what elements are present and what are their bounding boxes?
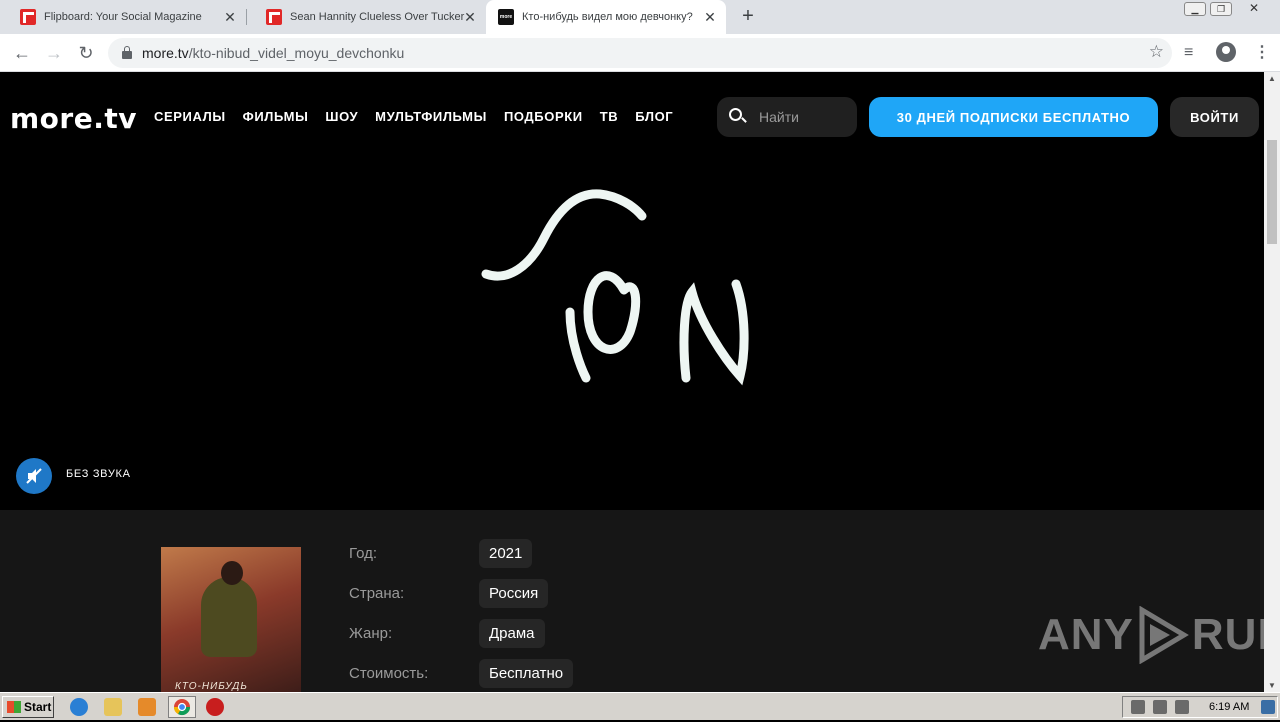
- detail-value: 2021: [479, 538, 533, 568]
- tab-more-tv-active[interactable]: more Кто-нибудь видел мою девчонку? ✕: [486, 0, 726, 34]
- nav-item-tv[interactable]: ТВ: [600, 109, 619, 124]
- poster-figure: [201, 577, 257, 657]
- detail-label: Год:: [349, 544, 378, 562]
- detail-label: Страна:: [349, 584, 405, 602]
- nav-item-serials[interactable]: СЕРИАЛЫ: [154, 109, 226, 124]
- browser-toolbar: ← → ↻ more.tv/kto-nibud_videl_moyu_devch…: [0, 34, 1280, 72]
- minimize-window-button[interactable]: ▁: [1184, 2, 1206, 16]
- sign-studio-logo: [481, 189, 749, 386]
- browser-tab-strip: Flipboard: Your Social Magazine ✕ Sean H…: [0, 0, 1280, 34]
- close-tab-icon[interactable]: ✕: [222, 9, 238, 25]
- show-desktop-icon[interactable]: [1261, 700, 1276, 714]
- start-button[interactable]: Start: [2, 696, 54, 718]
- tab-flipboard[interactable]: Flipboard: Your Social Magazine ✕: [0, 0, 246, 34]
- detail-row-genre: Жанр: Драма: [349, 618, 545, 648]
- play-triangle-icon: [1139, 606, 1189, 664]
- chrome-icon: [173, 699, 191, 716]
- more-tv-icon: more: [498, 9, 514, 25]
- network-icon[interactable]: [1153, 700, 1167, 714]
- detail-value[interactable]: Россия: [479, 578, 549, 608]
- system-tray: 6:19 AM: [1122, 696, 1278, 718]
- windows-logo-icon: [7, 701, 21, 713]
- tab-title: Flipboard: Your Social Magazine: [44, 11, 202, 23]
- clock[interactable]: 6:19 AM: [1209, 701, 1249, 713]
- site-header: more.tv СЕРИАЛЫ ФИЛЬМЫ ШОУ МУЛЬТФИЛЬМЫ П…: [0, 72, 1264, 162]
- address-bar[interactable]: more.tv/kto-nibud_videl_moyu_devchonku ☆: [108, 38, 1172, 68]
- login-button[interactable]: ВОЙТИ: [1170, 97, 1259, 137]
- nav-item-collections[interactable]: ПОДБОРКИ: [504, 109, 583, 124]
- video-player[interactable]: БЕЗ ЗВУКА: [0, 162, 1264, 510]
- url-host: more.tv: [142, 45, 189, 61]
- forward-arrow-icon[interactable]: →: [42, 41, 66, 65]
- detail-row-country: Страна: Россия: [349, 578, 549, 608]
- tab-sean-hannity[interactable]: Sean Hannity Clueless Over Tucker C ✕: [246, 0, 486, 34]
- main-navigation: СЕРИАЛЫ ФИЛЬМЫ ШОУ МУЛЬТФИЛЬМЫ ПОДБОРКИ …: [154, 109, 690, 124]
- media-player-icon[interactable]: [138, 698, 156, 716]
- volume-icon[interactable]: [1131, 700, 1145, 714]
- chrome-taskbar-button[interactable]: [168, 696, 196, 718]
- folder-icon[interactable]: [104, 698, 122, 716]
- nav-item-blog[interactable]: БЛОГ: [635, 109, 673, 124]
- site-logo[interactable]: more.tv: [10, 102, 137, 135]
- speaker-muted-icon: [26, 468, 42, 484]
- page-viewport: more.tv СЕРИАЛЫ ФИЛЬМЫ ШОУ МУЛЬТФИЛЬМЫ П…: [0, 72, 1264, 692]
- flag-icon[interactable]: [1175, 700, 1189, 714]
- profile-avatar-icon[interactable]: [1216, 42, 1236, 62]
- scroll-down-icon[interactable]: ▼: [1268, 681, 1276, 690]
- flipboard-icon: [20, 9, 36, 25]
- scroll-up-icon[interactable]: ▲: [1268, 74, 1276, 83]
- flipboard-icon: [266, 9, 282, 25]
- close-tab-icon[interactable]: ✕: [462, 9, 478, 25]
- internet-explorer-icon[interactable]: [70, 698, 88, 716]
- new-tab-button[interactable]: +: [738, 6, 758, 26]
- lock-icon: [122, 46, 132, 59]
- menu-kebab-icon[interactable]: ⋮: [1254, 44, 1270, 62]
- nav-item-shows[interactable]: ШОУ: [325, 109, 358, 124]
- watermark-left: ANY: [1038, 610, 1134, 659]
- detail-label: Жанр:: [349, 624, 393, 642]
- url-path: /kto-nibud_videl_moyu_devchonku: [188, 45, 405, 61]
- page-scrollbar[interactable]: ▲ ▼: [1264, 72, 1280, 692]
- tab-title: Кто-нибудь видел мою девчонку?: [522, 11, 693, 23]
- url-text[interactable]: more.tv/kto-nibud_videl_moyu_devchonku: [142, 45, 404, 61]
- media-control-icon[interactable]: ≡: [1184, 44, 1193, 62]
- opera-icon[interactable]: [206, 698, 224, 716]
- detail-row-year: Год: 2021: [349, 538, 533, 568]
- back-arrow-icon[interactable]: ←: [10, 41, 34, 65]
- scrollbar-thumb[interactable]: [1267, 140, 1277, 244]
- bookmark-star-icon[interactable]: ☆: [1149, 42, 1164, 62]
- nav-item-cartoons[interactable]: МУЛЬТФИЛЬМЫ: [375, 109, 487, 124]
- detail-row-price: Стоимость: Бесплатно: [349, 658, 574, 688]
- detail-value: Бесплатно: [479, 658, 574, 688]
- watermark-right: RUN: [1191, 610, 1264, 659]
- movie-poster[interactable]: КТО-НИБУДЬ: [161, 547, 301, 692]
- detail-value[interactable]: Драма: [479, 618, 545, 648]
- start-label: Start: [24, 700, 52, 714]
- poster-title: КТО-НИБУДЬ: [175, 681, 248, 692]
- restore-window-button[interactable]: ❐: [1210, 2, 1232, 16]
- detail-label: Стоимость:: [349, 664, 429, 682]
- close-window-button[interactable]: ✕: [1236, 2, 1272, 16]
- anyrun-watermark: ANY RUN: [1038, 606, 1264, 664]
- close-tab-icon[interactable]: ✕: [702, 9, 718, 25]
- free-subscription-button[interactable]: 30 ДНЕЙ ПОДПИСКИ БЕСПЛАТНО: [869, 97, 1158, 137]
- windows-taskbar: Start 6:19 AM: [0, 692, 1280, 720]
- search-icon: [729, 108, 747, 126]
- movie-details: КТО-НИБУДЬ Год: 2021 Страна: Россия Жанр…: [0, 510, 1264, 692]
- nav-item-films[interactable]: ФИЛЬМЫ: [243, 109, 309, 124]
- poster-head: [221, 561, 243, 585]
- tab-title: Sean Hannity Clueless Over Tucker C: [290, 11, 466, 23]
- mute-label: БЕЗ ЗВУКА: [66, 468, 131, 480]
- reload-icon[interactable]: ↻: [74, 41, 98, 65]
- search-input[interactable]: [759, 109, 849, 125]
- mute-toggle-button[interactable]: [16, 458, 52, 494]
- search-box[interactable]: [717, 97, 857, 137]
